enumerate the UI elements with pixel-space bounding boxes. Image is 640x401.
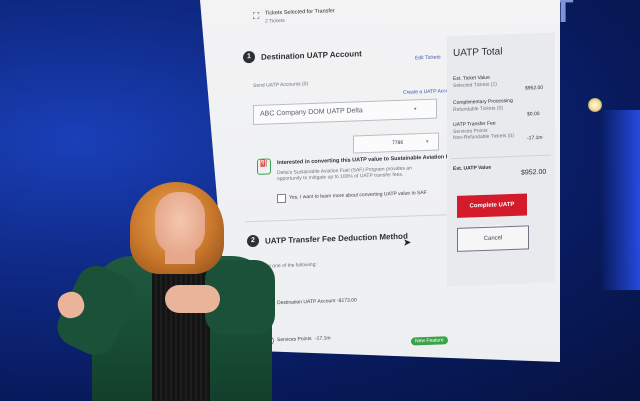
- section-title-fee-method: UATP Transfer Fee Deduction Method: [265, 231, 408, 246]
- est-uatp-value: $952.00: [521, 168, 547, 177]
- stage-light-panel: [600, 110, 640, 290]
- section-title-destination: Destination UATP Account: [261, 49, 362, 62]
- saf-checkbox[interactable]: [277, 193, 286, 204]
- stage-spotlight: [588, 98, 602, 112]
- chevron-down-icon: ▾: [414, 106, 417, 113]
- row-processing-value: $0.00: [527, 111, 540, 118]
- uatp-transfer-app: ⛶ Tickets Selected for Transfer 2 Ticket…: [225, 0, 560, 362]
- chevron-down-icon: ▾: [426, 138, 429, 145]
- stage-scene: A R T ⛶ Tickets Selected for Transfer 2 …: [0, 0, 640, 401]
- account-select-value: ABC Company DOM UATP Delta: [260, 107, 363, 118]
- tickets-title: Tickets Selected for Transfer: [265, 8, 335, 17]
- step-number-2: 2: [247, 234, 259, 248]
- step-number-1: 1: [243, 50, 255, 64]
- option-destination-value: -$173.00: [337, 297, 357, 305]
- presenter-hands: [165, 285, 220, 313]
- option-destination-label: Destination UATP Account: [277, 298, 336, 307]
- account-amount-select[interactable]: 7786 ▾: [353, 132, 439, 154]
- presenter-top: [152, 258, 210, 401]
- ticket-icon: ⛶: [253, 10, 260, 22]
- row-ticket-value: $952.00: [525, 84, 544, 92]
- presenter-face: [155, 192, 205, 256]
- account-amount: 7786: [392, 139, 404, 147]
- section-divider: [245, 213, 455, 223]
- new-feature-badge: New Feature: [411, 336, 448, 346]
- saf-checkbox-label: Yes, I want to learn more about converti…: [289, 189, 427, 201]
- option-points-label: Services Points: [277, 335, 312, 344]
- edit-tickets-link[interactable]: Edit Tickets: [415, 54, 441, 61]
- account-select[interactable]: ABC Company DOM UATP Delta ▾: [253, 98, 437, 126]
- row-transfer-fee-value: -17.1m: [527, 134, 543, 142]
- saf-body: Delta's Sustainable Aviation Fuel (SAF) …: [277, 165, 412, 183]
- mouse-cursor-icon: ➤: [403, 237, 412, 249]
- complete-transfer-button[interactable]: Complete UATP Transfer: [457, 193, 527, 231]
- uatp-total-title: UATP Total: [453, 46, 503, 60]
- fuel-pump-icon: ⛽: [257, 158, 271, 175]
- cancel-button[interactable]: Cancel: [457, 225, 529, 252]
- option-points-value: -17.1m: [315, 335, 331, 342]
- send-accounts-label: Send UATP Accounts (0): [253, 81, 309, 90]
- tickets-subtitle: 2 Tickets: [265, 17, 285, 25]
